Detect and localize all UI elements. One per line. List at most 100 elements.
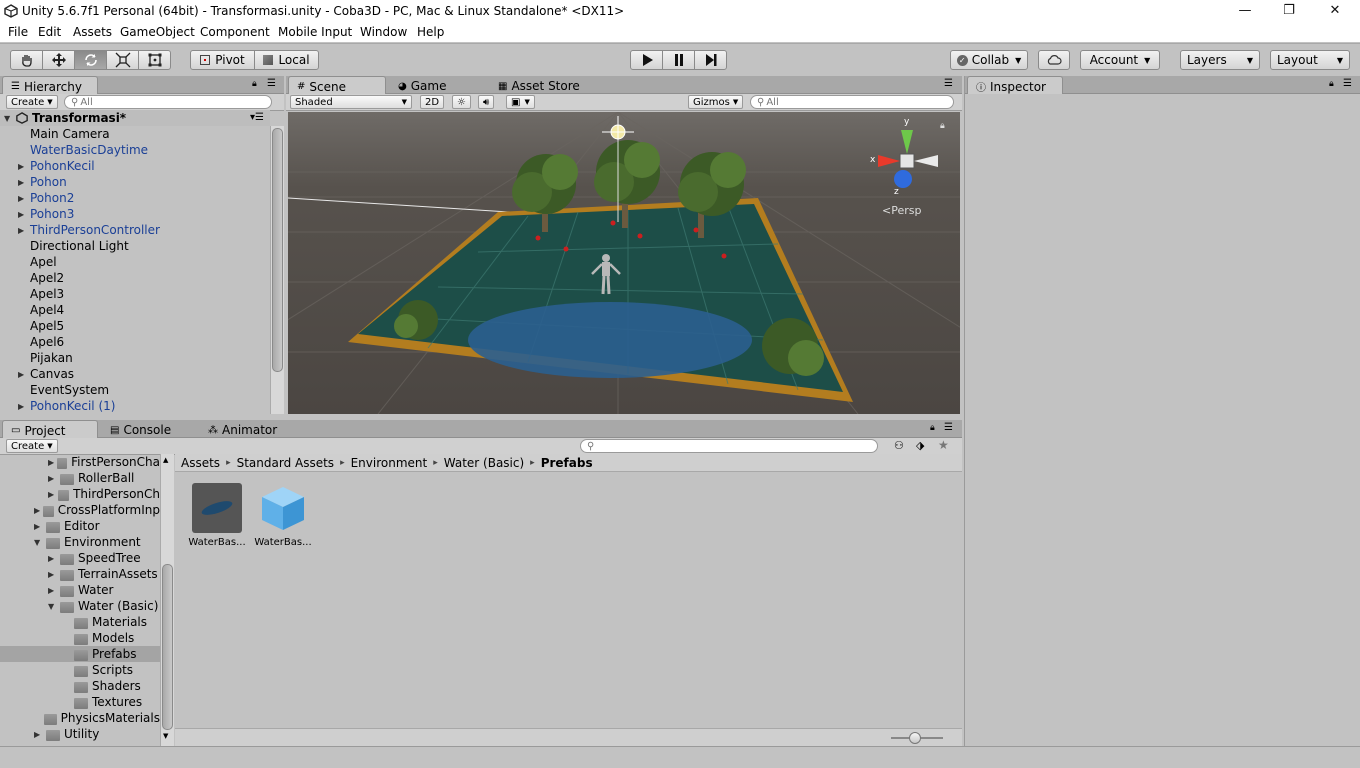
- hierarchy-item[interactable]: Apel4: [0, 302, 270, 318]
- folder-tree-item[interactable]: Scripts: [0, 662, 160, 678]
- hierarchy-item[interactable]: ▶ PohonKecil: [0, 158, 270, 174]
- project-tree-scrollbar[interactable]: ▲ ▼: [160, 454, 174, 746]
- scene-viewport[interactable]: y x z <Persp 🔒︎: [288, 112, 960, 414]
- hierarchy-item[interactable]: ▶ Canvas: [0, 366, 270, 382]
- panel-menu-icon[interactable]: ☰: [944, 78, 953, 89]
- menu-help[interactable]: Help: [417, 25, 444, 39]
- hierarchy-item[interactable]: Apel5: [0, 318, 270, 334]
- persp-label[interactable]: <Persp: [882, 204, 921, 217]
- effects-dropdown[interactable]: ▣ ▼: [506, 95, 535, 109]
- filter-label-icon[interactable]: ⬗: [916, 439, 924, 452]
- breadcrumb-item[interactable]: Standard Assets: [237, 456, 334, 470]
- folder-tree-item[interactable]: Materials: [0, 614, 160, 630]
- hierarchy-item[interactable]: ▶ Pohon2: [0, 190, 270, 206]
- minimize-button[interactable]: —: [1222, 0, 1268, 24]
- expand-triangle-icon[interactable]: ▶: [18, 194, 30, 203]
- hierarchy-create-button[interactable]: Create ▼: [6, 95, 58, 109]
- menu-edit[interactable]: Edit: [38, 25, 61, 39]
- expand-triangle-icon[interactable]: ▶: [18, 226, 30, 235]
- hierarchy-item[interactable]: EventSystem: [0, 382, 270, 398]
- asset-item[interactable]: WaterBas...: [254, 483, 312, 553]
- scene-root-row[interactable]: ▼ Transformasi*: [0, 110, 270, 126]
- scroll-up-icon[interactable]: ▲: [163, 456, 168, 464]
- folder-tree-item[interactable]: ▶ SpeedTree: [0, 550, 160, 566]
- asset-item[interactable]: WaterBas...: [188, 483, 246, 553]
- layout-dropdown[interactable]: Layout ▼: [1270, 50, 1350, 70]
- pause-button[interactable]: [662, 50, 695, 70]
- hierarchy-item[interactable]: ▶ Pohon: [0, 174, 270, 190]
- close-button[interactable]: ✕: [1312, 0, 1358, 24]
- breadcrumb-item[interactable]: Water (Basic): [444, 456, 524, 470]
- expand-triangle-icon[interactable]: ▶: [18, 178, 30, 187]
- expand-triangle-icon[interactable]: ▶: [18, 370, 30, 379]
- tab-animator[interactable]: ⁂ Animator: [200, 420, 285, 438]
- folder-tree-item[interactable]: Shaders: [0, 678, 160, 694]
- folder-tree-item[interactable]: ▶ ThirdPersonCh: [0, 486, 160, 502]
- expand-triangle-icon[interactable]: ▶: [48, 474, 60, 483]
- menu-gameobject[interactable]: GameObject: [120, 25, 195, 39]
- tab-project[interactable]: ▭ Project: [2, 420, 98, 438]
- folder-tree-item[interactable]: ▶ CrossPlatformInp: [0, 502, 160, 518]
- gizmos-dropdown[interactable]: Gizmos ▼: [688, 95, 744, 109]
- rotate-tool-button[interactable]: [74, 50, 107, 70]
- scale-tool-button[interactable]: [106, 50, 139, 70]
- hierarchy-item[interactable]: Pijakan: [0, 350, 270, 366]
- folder-tree-item[interactable]: ▶ Utility: [0, 726, 160, 742]
- expand-triangle-icon[interactable]: ▶: [48, 570, 60, 579]
- expand-triangle-icon[interactable]: ▶: [34, 506, 43, 515]
- local-toggle[interactable]: Local: [254, 50, 319, 70]
- expand-triangle-icon[interactable]: ▶: [48, 490, 58, 499]
- restore-button[interactable]: ❐: [1266, 0, 1312, 24]
- hand-tool-button[interactable]: [10, 50, 43, 70]
- collab-dropdown[interactable]: ✓ Collab ▼: [950, 50, 1028, 70]
- folder-tree-item[interactable]: ▼ Environment: [0, 534, 160, 550]
- project-create-button[interactable]: Create ▼: [6, 439, 58, 453]
- menu-file[interactable]: File: [8, 25, 28, 39]
- hierarchy-search-input[interactable]: ⚲ All: [64, 95, 272, 109]
- expand-triangle-icon[interactable]: ▶: [34, 730, 46, 739]
- scrollbar-thumb[interactable]: [272, 128, 283, 372]
- expand-triangle-icon[interactable]: ▶: [18, 402, 30, 411]
- cloud-button[interactable]: [1038, 50, 1070, 70]
- expand-triangle-icon[interactable]: ▶: [48, 458, 57, 467]
- folder-tree-item[interactable]: Textures: [0, 694, 160, 710]
- panel-menu-icon[interactable]: ☰: [1343, 78, 1352, 89]
- scene-search-input[interactable]: ⚲ All: [750, 95, 954, 109]
- menu-component[interactable]: Component: [200, 25, 270, 39]
- folder-tree-item[interactable]: PhysicsMaterials: [0, 710, 160, 726]
- play-button[interactable]: [630, 50, 663, 70]
- expand-triangle-icon[interactable]: ▶: [34, 522, 46, 531]
- lighting-toggle[interactable]: ☼: [452, 95, 471, 109]
- hierarchy-scrollbar[interactable]: [270, 126, 284, 414]
- expand-triangle-icon[interactable]: ▶: [48, 554, 60, 563]
- folder-tree-item[interactable]: ▶ RollerBall: [0, 470, 160, 486]
- account-dropdown[interactable]: Account ▼: [1080, 50, 1160, 70]
- hierarchy-item[interactable]: Apel3: [0, 286, 270, 302]
- expand-triangle-icon[interactable]: ▼: [34, 538, 46, 547]
- hierarchy-item[interactable]: Apel: [0, 254, 270, 270]
- menu-assets[interactable]: Assets: [73, 25, 112, 39]
- tab-game[interactable]: ◕ Game: [390, 76, 454, 94]
- panel-menu-icon[interactable]: ☰: [267, 78, 276, 89]
- folder-tree-item[interactable]: ▶ Water: [0, 582, 160, 598]
- viewport-lock-icon[interactable]: 🔒︎: [940, 121, 945, 131]
- folder-tree-item[interactable]: ▶ Editor: [0, 518, 160, 534]
- scrollbar-thumb[interactable]: [162, 564, 173, 730]
- expand-triangle-icon[interactable]: ▼: [48, 602, 60, 611]
- filter-type-icon[interactable]: ⚇: [894, 439, 904, 452]
- move-tool-button[interactable]: [42, 50, 75, 70]
- pivot-toggle[interactable]: Pivot: [190, 50, 255, 70]
- tab-asset-store[interactable]: ▦ Asset Store: [490, 76, 588, 94]
- panel-menu-icon[interactable]: ☰: [944, 422, 953, 433]
- breadcrumb-item[interactable]: Assets: [181, 456, 220, 470]
- folder-tree-item[interactable]: ▶ TerrainAssets: [0, 566, 160, 582]
- hierarchy-item[interactable]: Main Camera: [0, 126, 270, 142]
- hierarchy-item[interactable]: ▶ PohonKecil (1): [0, 398, 270, 414]
- hierarchy-item[interactable]: ▶ ThirdPersonController: [0, 222, 270, 238]
- hierarchy-item[interactable]: Apel2: [0, 270, 270, 286]
- shading-dropdown[interactable]: Shaded ▼: [290, 95, 412, 109]
- audio-toggle[interactable]: 🔊︎: [478, 95, 495, 109]
- scroll-down-icon[interactable]: ▼: [163, 732, 168, 740]
- hierarchy-item[interactable]: Directional Light: [0, 238, 270, 254]
- favorite-star-icon[interactable]: ★: [938, 438, 949, 452]
